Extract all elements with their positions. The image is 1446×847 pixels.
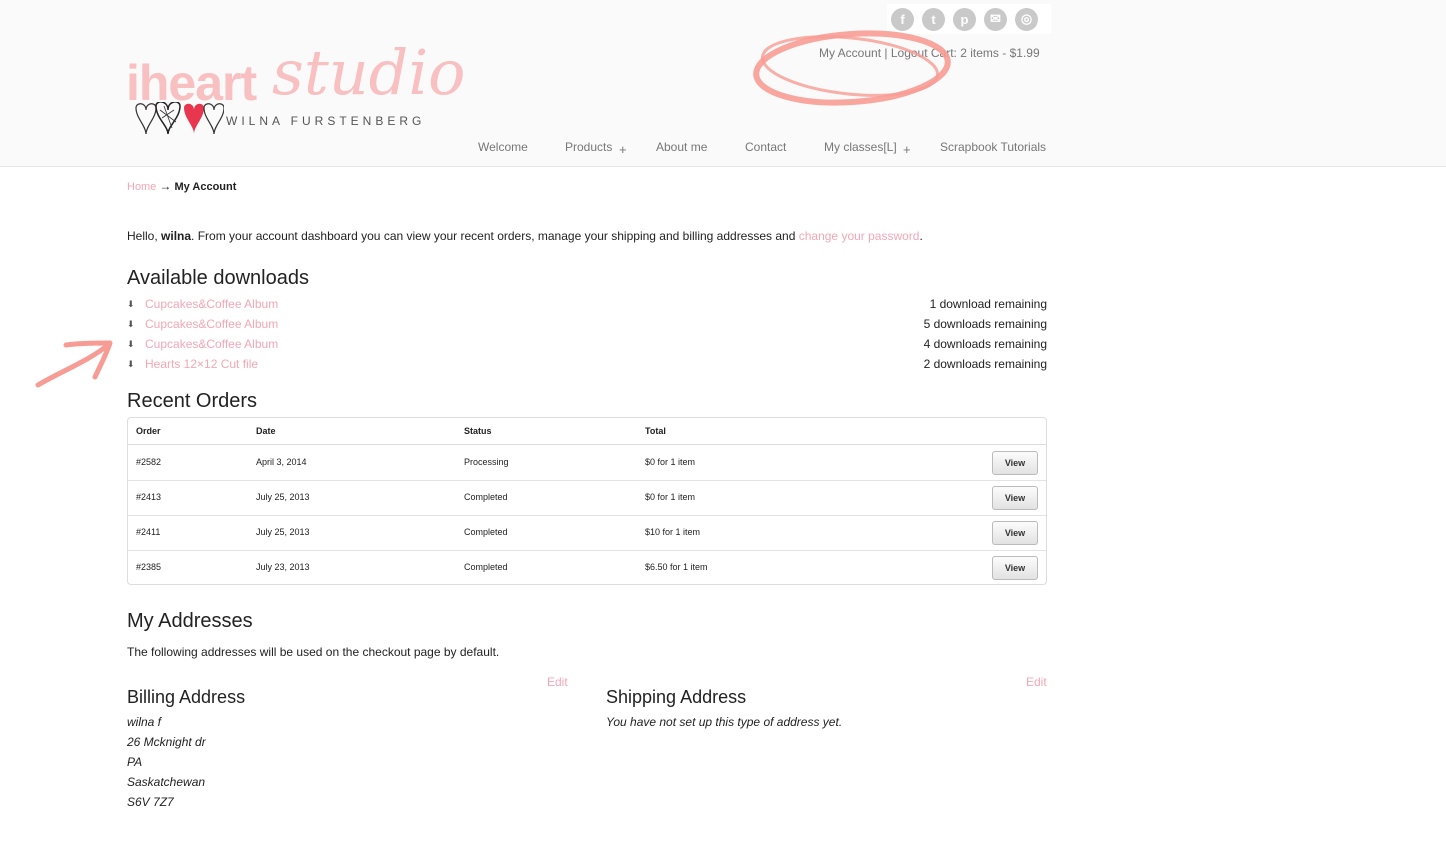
billing-line: 26 Mcknight dr xyxy=(127,735,206,749)
annotation-arrow xyxy=(35,340,113,388)
shipping-empty-text: You have not set up this type of address… xyxy=(606,715,843,729)
table-row: #2385 July 23, 2013 Completed $6.50 for … xyxy=(128,550,1046,585)
breadcrumb-home[interactable]: Home xyxy=(127,181,156,193)
edit-shipping-link[interactable]: Edit xyxy=(1026,675,1047,689)
order-number-link[interactable]: #2582 xyxy=(136,457,161,467)
view-order-button[interactable]: View xyxy=(992,486,1038,510)
order-date: April 3, 2014 xyxy=(256,457,307,467)
order-status: Completed xyxy=(464,492,508,502)
billing-line: wilna f xyxy=(127,715,162,729)
account-bar: My Account | Logout Cart: 2 items - $1.9… xyxy=(819,46,1040,60)
col-date: Date xyxy=(256,426,276,436)
download-arrow-icon: ⬇ xyxy=(127,299,135,309)
cart-items[interactable]: 2 items xyxy=(960,46,999,60)
email-icon[interactable]: ✉ xyxy=(984,7,1007,31)
download-arrow-icon: ⬇ xyxy=(127,359,135,369)
billing-address-heading: Billing Address xyxy=(127,687,246,707)
twitter-icon[interactable]: t xyxy=(922,7,945,31)
download-link[interactable]: Hearts 12×12 Cut file xyxy=(145,357,258,371)
shipping-address-heading: Shipping Address xyxy=(606,687,747,707)
my-addresses-heading: My Addresses xyxy=(127,610,253,632)
nav-welcome[interactable]: Welcome xyxy=(478,140,528,154)
order-number-link[interactable]: #2413 xyxy=(136,492,161,502)
download-remaining: 4 downloads remaining xyxy=(923,337,1047,351)
view-order-button[interactable]: View xyxy=(992,521,1038,545)
col-status: Status xyxy=(464,426,492,436)
download-remaining: 5 downloads remaining xyxy=(923,317,1047,331)
order-date: July 23, 2013 xyxy=(256,562,310,572)
recent-orders-heading: Recent Orders xyxy=(127,390,258,412)
site-logo[interactable]: iheart studio WILNA FURSTENBERG xyxy=(126,36,466,141)
billing-line: PA xyxy=(127,755,143,769)
download-link[interactable]: Cupcakes&Coffee Album xyxy=(145,297,278,311)
breadcrumb: Home → My Account xyxy=(127,179,236,193)
change-password-link[interactable]: change your password xyxy=(799,229,920,243)
orders-table-header: Order Date Status Total xyxy=(128,418,1046,445)
logout-link[interactable]: Logout xyxy=(891,46,928,60)
separator: | xyxy=(884,46,888,60)
addresses-intro: The following addresses will be used on … xyxy=(127,645,500,659)
order-date: July 25, 2013 xyxy=(256,527,310,537)
instagram-icon[interactable]: ◎ xyxy=(1015,7,1038,31)
greeting-body: . From your account dashboard you can vi… xyxy=(191,229,796,243)
download-link[interactable]: Cupcakes&Coffee Album xyxy=(145,317,278,331)
order-status: Processing xyxy=(464,457,509,467)
orders-table: Order Date Status Total #2582 April 3, 2… xyxy=(127,417,1047,585)
table-row: #2413 July 25, 2013 Completed $0 for 1 i… xyxy=(128,480,1046,516)
hearts-logo-icon xyxy=(135,102,224,135)
order-status: Completed xyxy=(464,527,508,537)
order-number-link[interactable]: #2411 xyxy=(136,527,160,537)
order-number-link[interactable]: #2385 xyxy=(136,562,161,572)
greeting-username: wilna xyxy=(161,229,192,243)
greeting-end: . xyxy=(919,229,923,243)
nav-scrapbook-tutorials[interactable]: Scrapbook Tutorials xyxy=(940,140,1046,154)
products-expand-icon[interactable]: + xyxy=(619,142,627,157)
download-remaining: 2 downloads remaining xyxy=(923,357,1047,371)
table-row: #2411 July 25, 2013 Completed $10 for 1 … xyxy=(128,515,1046,551)
edit-billing-link[interactable]: Edit xyxy=(547,675,568,689)
order-total: $6.50 for 1 item xyxy=(645,562,708,572)
nav-about-me[interactable]: About me xyxy=(656,140,707,154)
download-remaining: 1 download remaining xyxy=(929,297,1047,311)
download-item: ⬇ Cupcakes&Coffee Album 4 downloads rema… xyxy=(127,337,1047,355)
col-order: Order xyxy=(136,426,161,436)
view-order-button[interactable]: View xyxy=(992,556,1038,580)
nav-contact[interactable]: Contact xyxy=(745,140,786,154)
cart-total[interactable]: $1.99 xyxy=(1010,46,1040,60)
breadcrumb-arrow-icon: → xyxy=(159,179,172,193)
logo-text-script: studio xyxy=(272,36,466,109)
order-date: July 25, 2013 xyxy=(256,492,310,502)
social-icons-bar: f t p ✉ ◎ xyxy=(887,4,1051,34)
order-status: Completed xyxy=(464,562,508,572)
logo-subtitle: WILNA FURSTENBERG xyxy=(226,114,426,128)
greeting-hello: Hello, xyxy=(127,229,158,243)
order-total: $0 for 1 item xyxy=(645,457,696,467)
order-total: $0 for 1 item xyxy=(645,492,696,502)
cart-separator: - xyxy=(1002,46,1007,60)
order-total: $10 for 1 item xyxy=(645,527,701,537)
download-link[interactable]: Cupcakes&Coffee Album xyxy=(145,337,278,351)
table-row: #2582 April 3, 2014 Processing $0 for 1 … xyxy=(128,445,1046,481)
download-item: ⬇ Cupcakes&Coffee Album 1 download remai… xyxy=(127,297,1047,315)
download-item: ⬇ Hearts 12×12 Cut file 2 downloads rema… xyxy=(127,357,1047,375)
nav-products[interactable]: Products xyxy=(565,140,612,154)
col-total: Total xyxy=(645,426,666,436)
greeting-text: Hello, wilna. From your account dashboar… xyxy=(127,229,923,243)
download-arrow-icon: ⬇ xyxy=(127,339,135,349)
site-header: iheart studio WILNA FURSTENBERG f t p ✉ … xyxy=(0,0,1446,167)
downloads-heading: Available downloads xyxy=(127,267,309,289)
billing-line: S6V 7Z7 xyxy=(127,795,174,809)
classes-expand-icon[interactable]: + xyxy=(903,142,911,157)
breadcrumb-current: My Account xyxy=(174,181,237,193)
pinterest-icon[interactable]: p xyxy=(953,7,976,31)
cart-label[interactable]: Cart: xyxy=(931,46,957,60)
billing-line: Saskatchewan xyxy=(127,775,206,789)
download-item: ⬇ Cupcakes&Coffee Album 5 downloads rema… xyxy=(127,317,1047,335)
facebook-icon[interactable]: f xyxy=(891,7,914,31)
view-order-button[interactable]: View xyxy=(992,451,1038,475)
my-account-link[interactable]: My Account xyxy=(819,46,881,60)
nav-my-classes[interactable]: My classes[L] xyxy=(824,140,897,154)
download-arrow-icon: ⬇ xyxy=(127,319,135,329)
